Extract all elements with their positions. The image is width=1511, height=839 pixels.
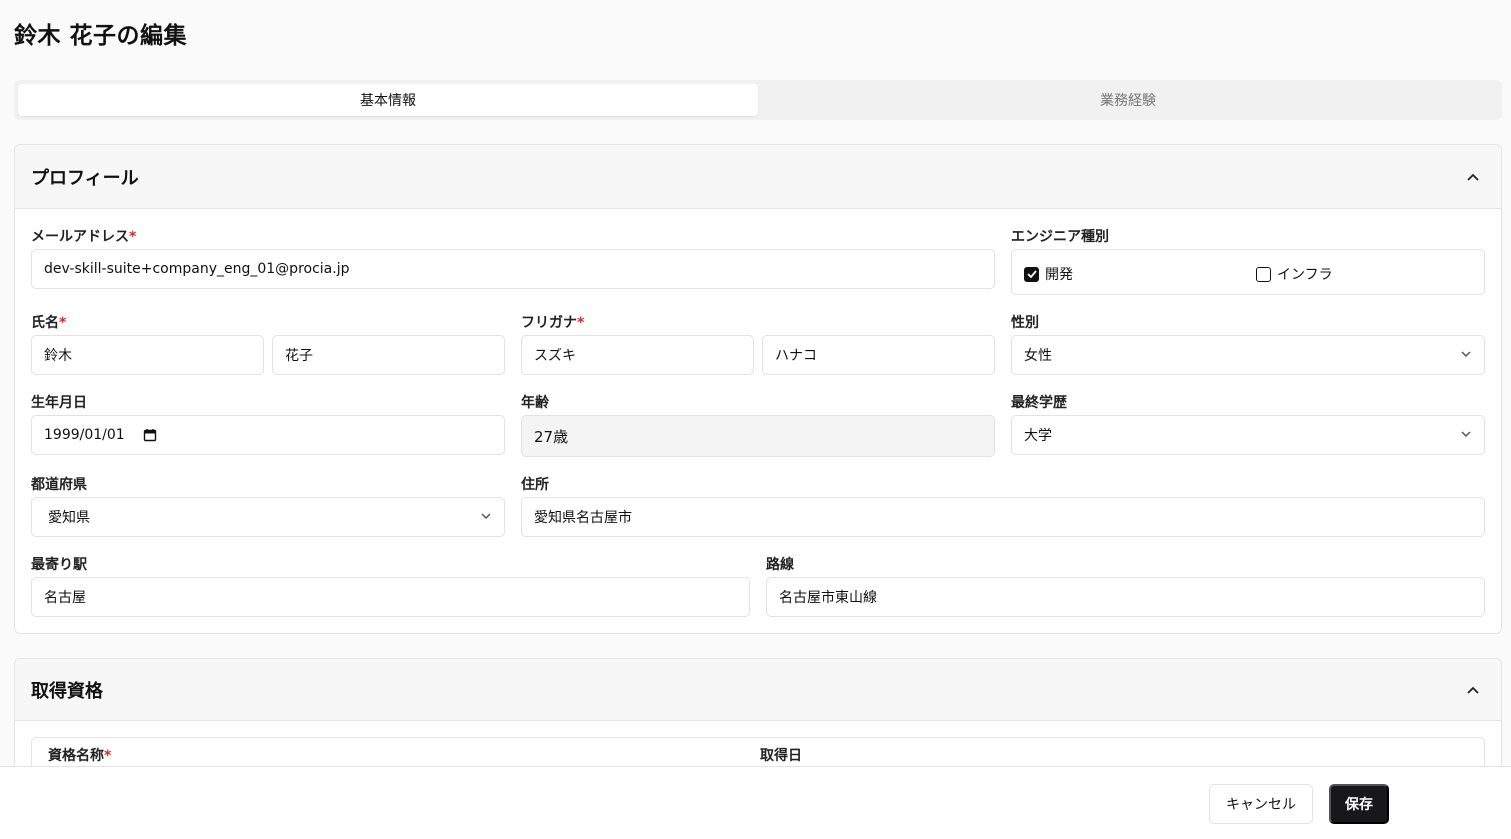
name-field-group: 氏名* xyxy=(31,313,66,333)
profile-card: プロフィール メールアドレス* dev-skill-suite+company_… xyxy=(14,144,1502,634)
form-footer: キャンセル 保存 xyxy=(0,766,1511,839)
tab-work-experience[interactable]: 業務経験 xyxy=(758,84,1498,116)
age-field-group: 年齢 xyxy=(521,393,549,413)
calendar-icon[interactable] xyxy=(143,428,157,442)
cancel-button[interactable]: キャンセル xyxy=(1209,784,1313,824)
gender-select[interactable]: 女性 xyxy=(1011,335,1485,375)
prefecture-label: 都道府県 xyxy=(31,477,87,493)
furigana-label: フリガナ* xyxy=(521,315,585,331)
engineer-type-infra-checkbox[interactable]: インフラ xyxy=(1256,264,1333,284)
engineer-type-box: 開発 インフラ xyxy=(1011,249,1485,295)
profile-card-title: プロフィール xyxy=(31,167,139,189)
address-field-group: 住所 xyxy=(521,475,549,495)
line-input[interactable]: 名古屋市東山線 xyxy=(766,577,1485,617)
birthdate-label: 生年月日 xyxy=(31,395,87,411)
education-select[interactable]: 大学 xyxy=(1011,415,1485,455)
education-select-value: 大学 xyxy=(1024,428,1052,444)
profile-card-header[interactable]: プロフィール xyxy=(15,145,1501,209)
page-title: 鈴木 花子の編集 xyxy=(14,23,188,49)
line-field-group: 路線 xyxy=(766,555,794,575)
engineer-type-dev-checkbox[interactable]: 開発 xyxy=(1024,264,1073,284)
gender-label: 性別 xyxy=(1011,315,1039,331)
check-icon xyxy=(1024,266,1039,282)
birthdate-value: 1999/01/01 xyxy=(44,427,125,443)
email-field-group: メールアドレス* xyxy=(31,227,136,247)
qualifications-card-header[interactable]: 取得資格 xyxy=(15,659,1501,721)
last-name-input[interactable]: 鈴木 xyxy=(31,335,264,375)
address-input[interactable]: 愛知県名古屋市 xyxy=(521,497,1485,537)
education-label: 最終学歴 xyxy=(1011,395,1067,411)
chevron-up-icon[interactable] xyxy=(1461,165,1485,189)
engineer-type-dev-label: 開発 xyxy=(1045,267,1073,283)
chevron-up-icon[interactable] xyxy=(1461,678,1485,702)
last-name-kana-input[interactable]: スズキ xyxy=(521,335,754,375)
qualification-date-label: 取得日 xyxy=(760,748,802,764)
tab-list: 基本情報 業務経験 xyxy=(14,80,1502,120)
first-name-kana-input[interactable]: ハナコ xyxy=(762,335,995,375)
email-label: メールアドレス* xyxy=(31,229,137,245)
station-label: 最寄り駅 xyxy=(31,557,87,573)
qualification-name-label: 資格名称* xyxy=(48,748,112,764)
email-input[interactable]: dev-skill-suite+company_eng_01@procia.jp xyxy=(31,249,995,289)
first-name-input[interactable]: 花子 xyxy=(272,335,505,375)
address-label: 住所 xyxy=(521,477,549,493)
prefecture-select[interactable]: 愛知県 xyxy=(31,497,505,537)
furigana-field-group: フリガナ* xyxy=(521,313,584,333)
age-label: 年齢 xyxy=(521,395,549,411)
age-readonly-field: 27歳 xyxy=(521,415,995,457)
tab-basic-info[interactable]: 基本情報 xyxy=(18,84,758,116)
station-field-group: 最寄り駅 xyxy=(31,555,87,575)
birthdate-field-group: 生年月日 xyxy=(31,393,87,413)
birthdate-input[interactable]: 1999/01/01 xyxy=(31,415,505,455)
engineer-type-label: エンジニア種別 xyxy=(1011,229,1109,245)
education-field-group: 最終学歴 xyxy=(1011,393,1067,413)
chevron-down-icon xyxy=(1460,428,1472,444)
line-label: 路線 xyxy=(766,557,794,573)
engineer-type-group: エンジニア種別 xyxy=(1011,227,1109,247)
name-label: 氏名* xyxy=(31,315,67,331)
engineer-type-infra-label: インフラ xyxy=(1277,267,1333,283)
station-input[interactable]: 名古屋 xyxy=(31,577,750,617)
prefecture-select-value: 愛知県 xyxy=(48,510,90,526)
prefecture-field-group: 都道府県 xyxy=(31,475,87,495)
gender-field-group: 性別 xyxy=(1011,313,1039,333)
checkbox-empty-icon xyxy=(1256,266,1271,282)
chevron-down-icon xyxy=(1460,348,1472,364)
save-button[interactable]: 保存 xyxy=(1329,784,1389,824)
gender-select-value: 女性 xyxy=(1024,348,1052,364)
chevron-down-icon xyxy=(480,510,492,526)
qualifications-card-title: 取得資格 xyxy=(31,680,103,702)
